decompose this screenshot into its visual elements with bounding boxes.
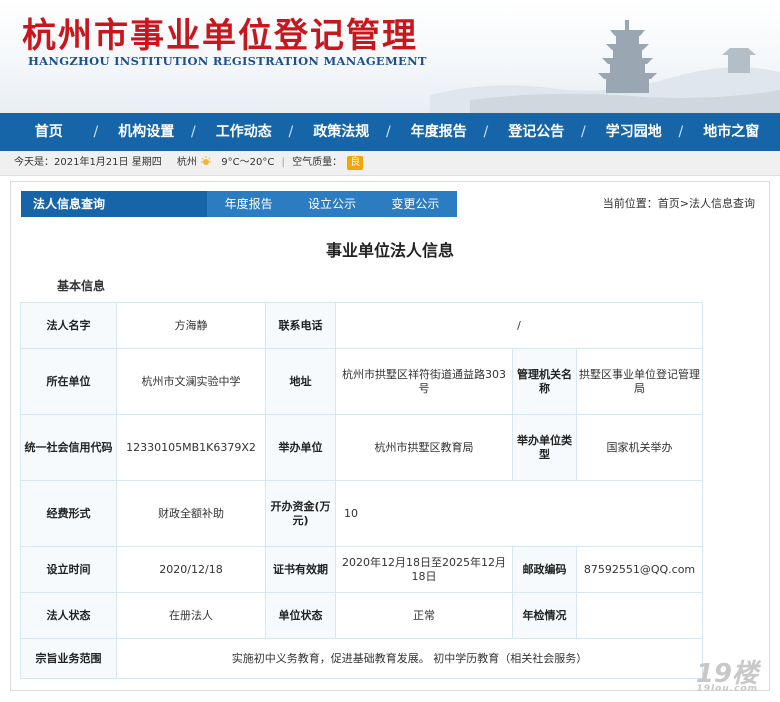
main-panel: 法人信息查询 年度报告 设立公示 变更公示 当前位置：首页>法人信息查询 事业单… [10,181,770,691]
pagoda-landscape-illustration [430,20,780,113]
tab-establishment-notice[interactable]: 设立公示 [290,191,373,217]
cell-label: 举办单位 [265,414,336,481]
tab-annual-report[interactable]: 年度报告 [207,191,290,217]
table-row: 设立时间 2020/12/18 证书有效期 2020年12月18日至2025年1… [20,546,703,593]
cell-value: 杭州市拱墅区教育局 [335,414,513,481]
cell-label: 设立时间 [20,546,117,593]
weather-sunny-icon [201,156,212,165]
cell-value: 2020年12月18日至2025年12月18日 [335,546,513,593]
table-row: 经费形式 财政全额补助 开办资金(万元) 10 [20,480,703,547]
cell-label: 年检情况 [512,592,577,639]
nav-item-cities[interactable]: 地市之窗 [679,113,780,151]
cell-label: 宗旨业务范围 [20,638,117,679]
cell-value: 拱墅区事业单位登记管理局 [576,348,703,415]
info-bar: 今天是：2021年1月21日 星期四 杭州 9°C～20°C | 空气质量： 良 [0,151,780,176]
section-label-basic-info: 基本信息 [57,279,106,293]
cell-value: 杭州市文澜实验中学 [116,348,266,415]
site-title: 杭州市事业单位登记管理 [22,16,418,56]
breadcrumb: 当前位置：首页>法人信息查询 [602,197,755,210]
site-subtitle: HANGZHOU INSTITUTION REGISTRATION MANAGE… [28,54,427,68]
tab-bar: 法人信息查询 年度报告 设立公示 变更公示 当前位置：首页>法人信息查询 [21,191,755,217]
cell-label: 经费形式 [20,480,117,547]
tab-change-notice[interactable]: 变更公示 [374,191,457,217]
cell-label: 联系电话 [265,302,336,349]
cell-value: 正常 [335,592,513,639]
nav-item-learning[interactable]: 学习园地 [581,113,683,151]
cell-value [576,592,703,639]
table-row: 所在单位 杭州市文澜实验中学 地址 杭州市拱墅区祥符街道通益路303号 管理机关… [20,348,703,415]
cell-label: 统一社会信用代码 [20,414,117,481]
table-row: 宗旨业务范围 实施初中义务教育，促进基础教育发展。 初中学历教育（相关社会服务） [20,638,703,679]
cell-label: 单位状态 [265,592,336,639]
cell-value: 方海静 [116,302,266,349]
cell-label: 管理机关名称 [512,348,577,415]
table-row: 法人名字 方海静 联系电话 / [20,302,703,349]
cell-label: 所在单位 [20,348,117,415]
cell-value: / [335,302,703,349]
table-row: 统一社会信用代码 12330105MB1K6379X2 举办单位 杭州市拱墅区教… [20,414,703,481]
cell-value: 在册法人 [116,592,266,639]
tab-group: 年度报告 设立公示 变更公示 [207,191,457,217]
nav-item-registration-notice[interactable]: 登记公告 [484,113,586,151]
main-nav: 首页 机构设置 工作动态 政策法规 年度报告 登记公告 学习园地 地市之窗 [0,113,780,151]
legal-person-info-table: 法人名字 方海静 联系电话 / 所在单位 杭州市文澜实验中学 地址 杭州市拱墅区… [20,302,703,679]
nav-item-organization[interactable]: 机构设置 [94,113,196,151]
cell-label: 邮政编码 [512,546,577,593]
nav-item-policy[interactable]: 政策法规 [289,113,391,151]
nav-item-home[interactable]: 首页 [0,113,98,151]
watermark-subtext: 19lou.com [696,684,758,694]
cell-value: 实施初中义务教育，促进基础教育发展。 初中学历教育（相关社会服务） [116,638,703,679]
cell-label: 法人状态 [20,592,117,639]
watermark-logo: 19楼 19lou.com [696,653,758,694]
cell-value: 10 [335,480,703,547]
temperature-text: 9°C～20°C [221,157,275,168]
table-row: 法人状态 在册法人 单位状态 正常 年检情况 [20,592,703,639]
cell-label: 证书有效期 [265,546,336,593]
cell-value: 12330105MB1K6379X2 [116,414,266,481]
cell-value: 杭州市拱墅区祥符街道通益路303号 [335,348,513,415]
city-text: 杭州 [176,157,197,168]
cell-label: 开办资金(万元) [265,480,336,547]
cell-value: 87592551@QQ.com [576,546,703,593]
cell-value: 2020/12/18 [116,546,266,593]
cell-value: 财政全额补助 [116,480,266,547]
air-quality-badge: 良 [347,156,364,170]
page-title: 事业单位法人信息 [325,241,454,260]
date-text: 今天是：2021年1月21日 星期四 [14,157,162,168]
air-quality-label: 空气质量： [292,157,343,168]
site-banner: 杭州市事业单位登记管理 HANGZHOU INSTITUTION REGISTR… [0,0,780,113]
tab-legal-person-query[interactable]: 法人信息查询 [21,191,207,217]
cell-label: 法人名字 [20,302,117,349]
nav-item-news[interactable]: 工作动态 [191,113,293,151]
cell-label: 举办单位类型 [512,414,577,481]
cell-value: 国家机关举办 [576,414,703,481]
nav-item-annual-report[interactable]: 年度报告 [386,113,488,151]
cell-label: 地址 [265,348,336,415]
